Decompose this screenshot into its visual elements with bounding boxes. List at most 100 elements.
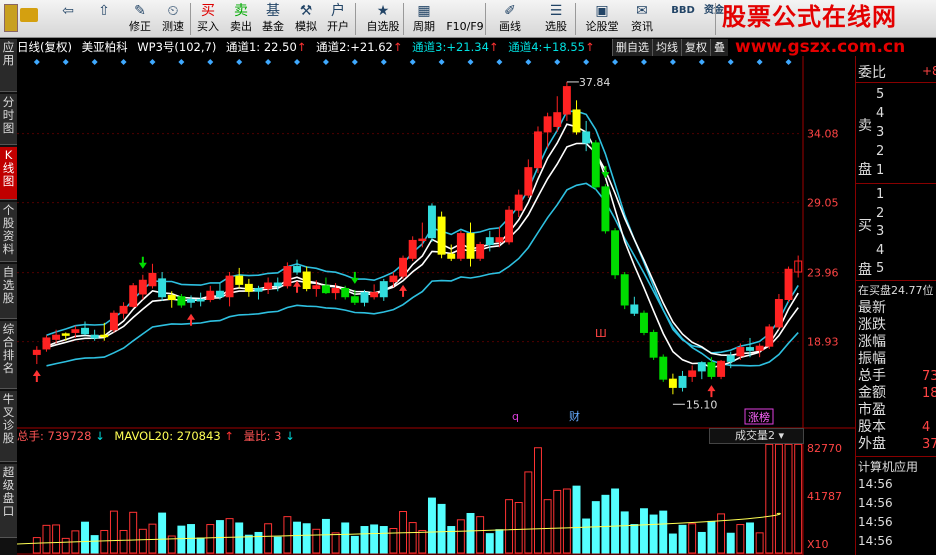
toolbar-icon: 买 [201,3,215,19]
volume-bar [370,524,379,554]
sell-label: 卖盘 [858,118,872,178]
volume-bar [582,518,591,554]
candle [399,255,408,279]
candle-body [254,288,263,292]
volume-bar [505,499,514,554]
channel4-value: +18.55 [542,40,585,54]
stat-value: 73 [922,369,936,384]
signal-diamond [149,59,156,65]
buy-arrow-icon [399,284,408,297]
candle-body [630,304,639,314]
side-tab-4[interactable]: 自选股 [0,264,17,319]
menu-icon[interactable] [4,4,18,32]
sell-level: 2 [876,144,885,159]
toolbar-separator [403,3,404,35]
volume-bar [717,513,726,554]
sell-level: 4 [876,106,885,121]
volume-bar [485,533,494,554]
mavol-label: MAVOL20: [114,429,174,443]
toolbar-button-6[interactable]: 基基金 [258,1,288,37]
candle [591,140,600,190]
site-logo: 股票公式在线网 [722,3,897,31]
candle [90,329,99,341]
candle-body [562,86,571,115]
stat-label: 总手 [858,368,886,384]
side-tab-7[interactable]: 超级盘口 [0,464,17,538]
toolbar-button-7[interactable]: ⚒ 模拟 [291,1,321,37]
side-tab-5[interactable]: 综合排名 [0,321,17,389]
channel2-arrow-icon: ↑ [392,40,403,54]
volume-bar [418,529,427,554]
sell-level: 5 [876,87,885,102]
toolbar-button-2[interactable]: ✎ 修正 [124,1,156,37]
candle-body [726,355,735,362]
channel2-label: 通道2: [316,40,351,54]
side-tab-3[interactable]: 个股资料 [0,202,17,262]
candle-body [688,370,697,377]
divider [856,82,936,83]
gold-icon[interactable] [20,8,38,22]
volume-bar [283,516,292,554]
chart-tab-3[interactable]: 叠 [710,39,728,56]
toolbar-button-1[interactable]: ⇧ [88,1,120,37]
lower-channel-line [46,182,799,367]
candle-body [109,312,118,331]
candle-body [225,275,234,298]
side-tab-2[interactable]: K线图 [0,147,17,200]
volume-bar [543,499,552,554]
signal-diamond [62,59,69,65]
toolbar-button-0[interactable]: ⇦ [52,1,84,37]
candle [215,283,224,300]
toolbar-button-5[interactable]: 卖卖出 [226,1,256,37]
candle-body [196,298,205,302]
toolbar-icon: ⏲ [167,3,179,19]
marker-q: q [512,410,519,423]
candle-body [350,296,359,303]
toolbar-button-15[interactable]: ✉ 资讯 [624,1,660,37]
volume-bar [668,533,677,554]
toolbar-button-12[interactable]: ✐ 画线 [490,1,530,37]
tick-time: 14:56 [858,534,893,548]
candle-body [312,285,321,290]
toolbar-button-13[interactable]: ☰ 选股 [535,1,577,37]
side-tab-1[interactable]: 分时图 [0,94,17,145]
toolbar-label: 基金 [262,20,284,33]
volume-bar [755,532,764,554]
toolbar-button-11[interactable]: F10/F9 [443,1,487,37]
candle-body [32,349,41,355]
toolbar-button-3[interactable]: ⏲ 测速 [157,1,189,37]
signal-diamond [294,59,301,65]
candle [765,324,774,349]
toolbar-button-9[interactable]: ★ 自选股 [361,1,405,37]
candle-body [678,375,687,388]
signal-diamond [322,59,329,65]
candle-body [399,257,408,277]
candle-body [244,283,253,292]
mavol-arrow-icon: ↑ [224,429,234,443]
volume-bar [90,535,99,554]
candle [774,294,783,330]
channel1-arrow-icon: ↑ [296,40,307,54]
toolbar-button-8[interactable]: 户开户 [322,1,354,37]
kline-chart[interactable]: 34.0829.0523.9618.93 8277041787X10 37.84… [17,56,855,555]
toolbar-button-14[interactable]: ▣ 论股堂 [583,1,621,37]
signal-diamond [265,59,272,65]
volume-indicator-select[interactable]: 成交量2 ▾ [709,428,804,444]
candle [437,211,446,259]
toolbar-button-16[interactable]: BBD [668,1,698,37]
side-tab-0[interactable]: 应用 [0,39,17,92]
candle-body [42,337,51,350]
toolbar-button-4[interactable]: 买买入 [193,1,223,37]
volume-bar [138,528,147,554]
chart-tab-0[interactable]: 删自选 [612,39,652,56]
side-tab-6[interactable]: 牛叉诊股 [0,391,17,462]
divider [856,183,936,184]
volume-bar [746,522,754,554]
weibi-label: 委比 [858,65,886,81]
chart-tab-1[interactable]: 均线 [652,39,681,56]
toolbar-button-10[interactable]: ▦ 周期 [407,1,441,37]
chart-tab-2[interactable]: 复权 [681,39,710,56]
candle [553,96,562,132]
signal-diamond [33,59,40,65]
chevron-down-icon: ▾ [778,429,785,442]
